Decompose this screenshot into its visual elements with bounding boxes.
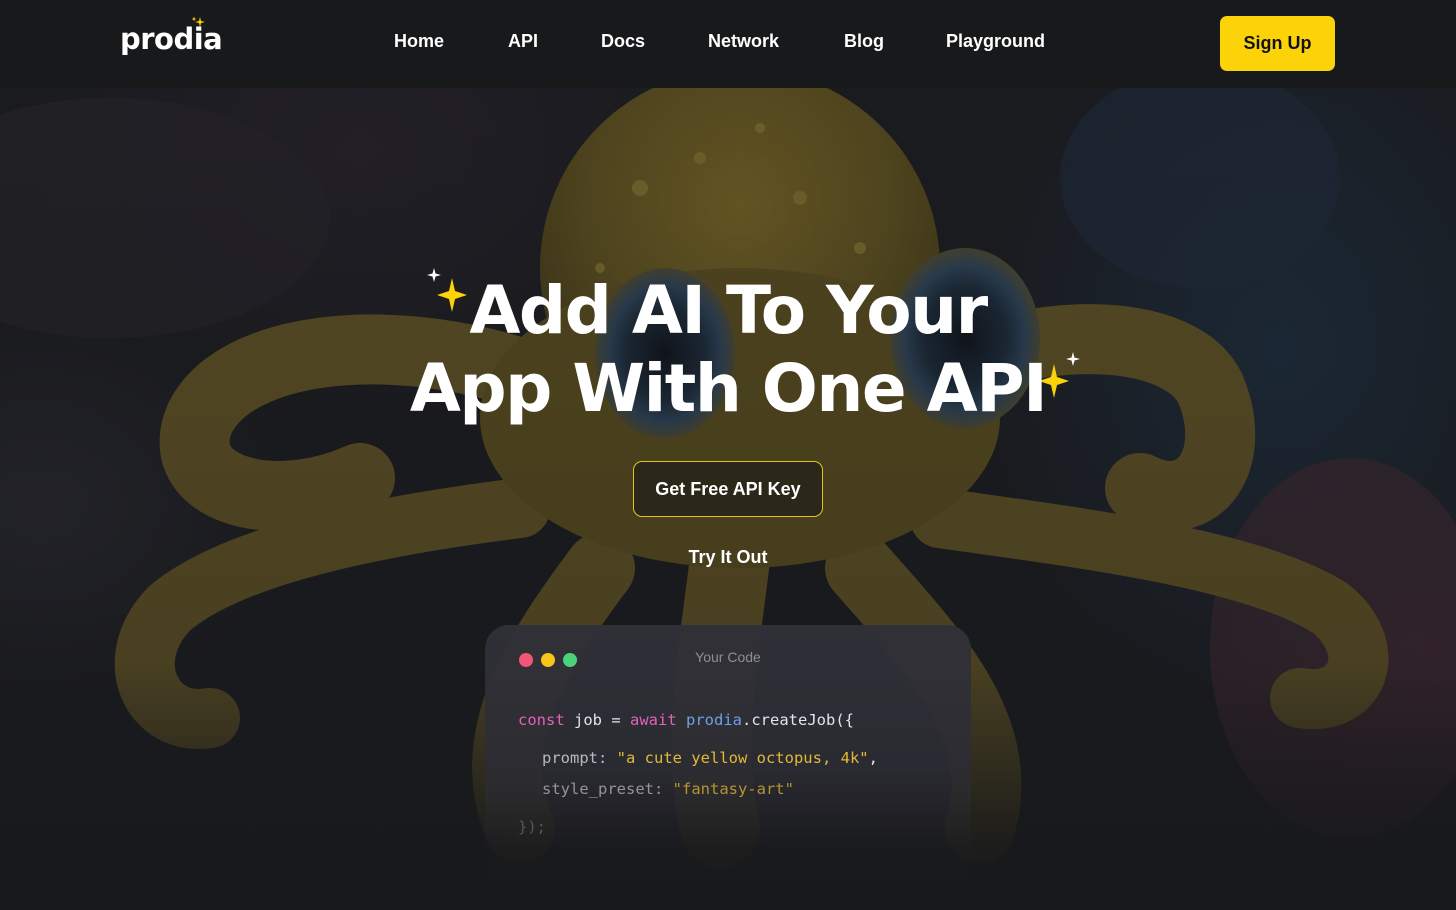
- code-call: .createJob({: [742, 711, 854, 729]
- nav-playground-link[interactable]: Playground: [946, 31, 1045, 52]
- code-string: "fantasy-art": [672, 780, 794, 798]
- code-line-4: });: [518, 818, 546, 836]
- hero-headline-line-2: App With One API: [409, 350, 1048, 427]
- try-it-out-link[interactable]: Try It Out: [688, 547, 767, 567]
- nav-docs-link[interactable]: Docs: [601, 31, 645, 52]
- code-property: style_preset:: [542, 780, 673, 798]
- code-window: Your Code const job = await prodia.creat…: [485, 625, 971, 885]
- code-line-1: const job = await prodia.createJob({: [518, 711, 854, 729]
- code-object: prodia: [676, 711, 743, 729]
- page: prodia Home API Docs Network Blog Playgr…: [0, 0, 1456, 910]
- nav-blog-link[interactable]: Blog: [844, 31, 884, 52]
- code-window-title: Your Code: [695, 649, 761, 665]
- get-free-api-key-button[interactable]: Get Free API Key: [633, 461, 823, 517]
- try-it-out-row: Try It Out: [0, 547, 1456, 568]
- code-identifier: job: [564, 711, 612, 729]
- top-navbar: prodia Home API Docs Network Blog Playgr…: [0, 0, 1456, 88]
- nav-network-link[interactable]: Network: [708, 31, 779, 52]
- sign-up-button[interactable]: Sign Up: [1220, 16, 1335, 71]
- code-keyword: const: [518, 711, 565, 729]
- code-line-2: prompt: "a cute yellow octopus, 4k",: [542, 749, 878, 767]
- prodia-logo[interactable]: prodia: [120, 22, 223, 56]
- logo-sparkle-icon: [191, 16, 205, 27]
- code-operator: =: [611, 711, 631, 729]
- code-punctuation: ,: [868, 749, 878, 767]
- nav-api-link[interactable]: API: [508, 31, 538, 52]
- code-string: "a cute yellow octopus, 4k": [616, 749, 869, 767]
- code-property: prompt:: [542, 749, 617, 767]
- code-line-3: style_preset: "fantasy-art": [542, 780, 794, 798]
- nav-home-link[interactable]: Home: [394, 31, 444, 52]
- hero-headline-line-1: Add AI To Your: [469, 272, 988, 349]
- code-keyword: await: [630, 711, 677, 729]
